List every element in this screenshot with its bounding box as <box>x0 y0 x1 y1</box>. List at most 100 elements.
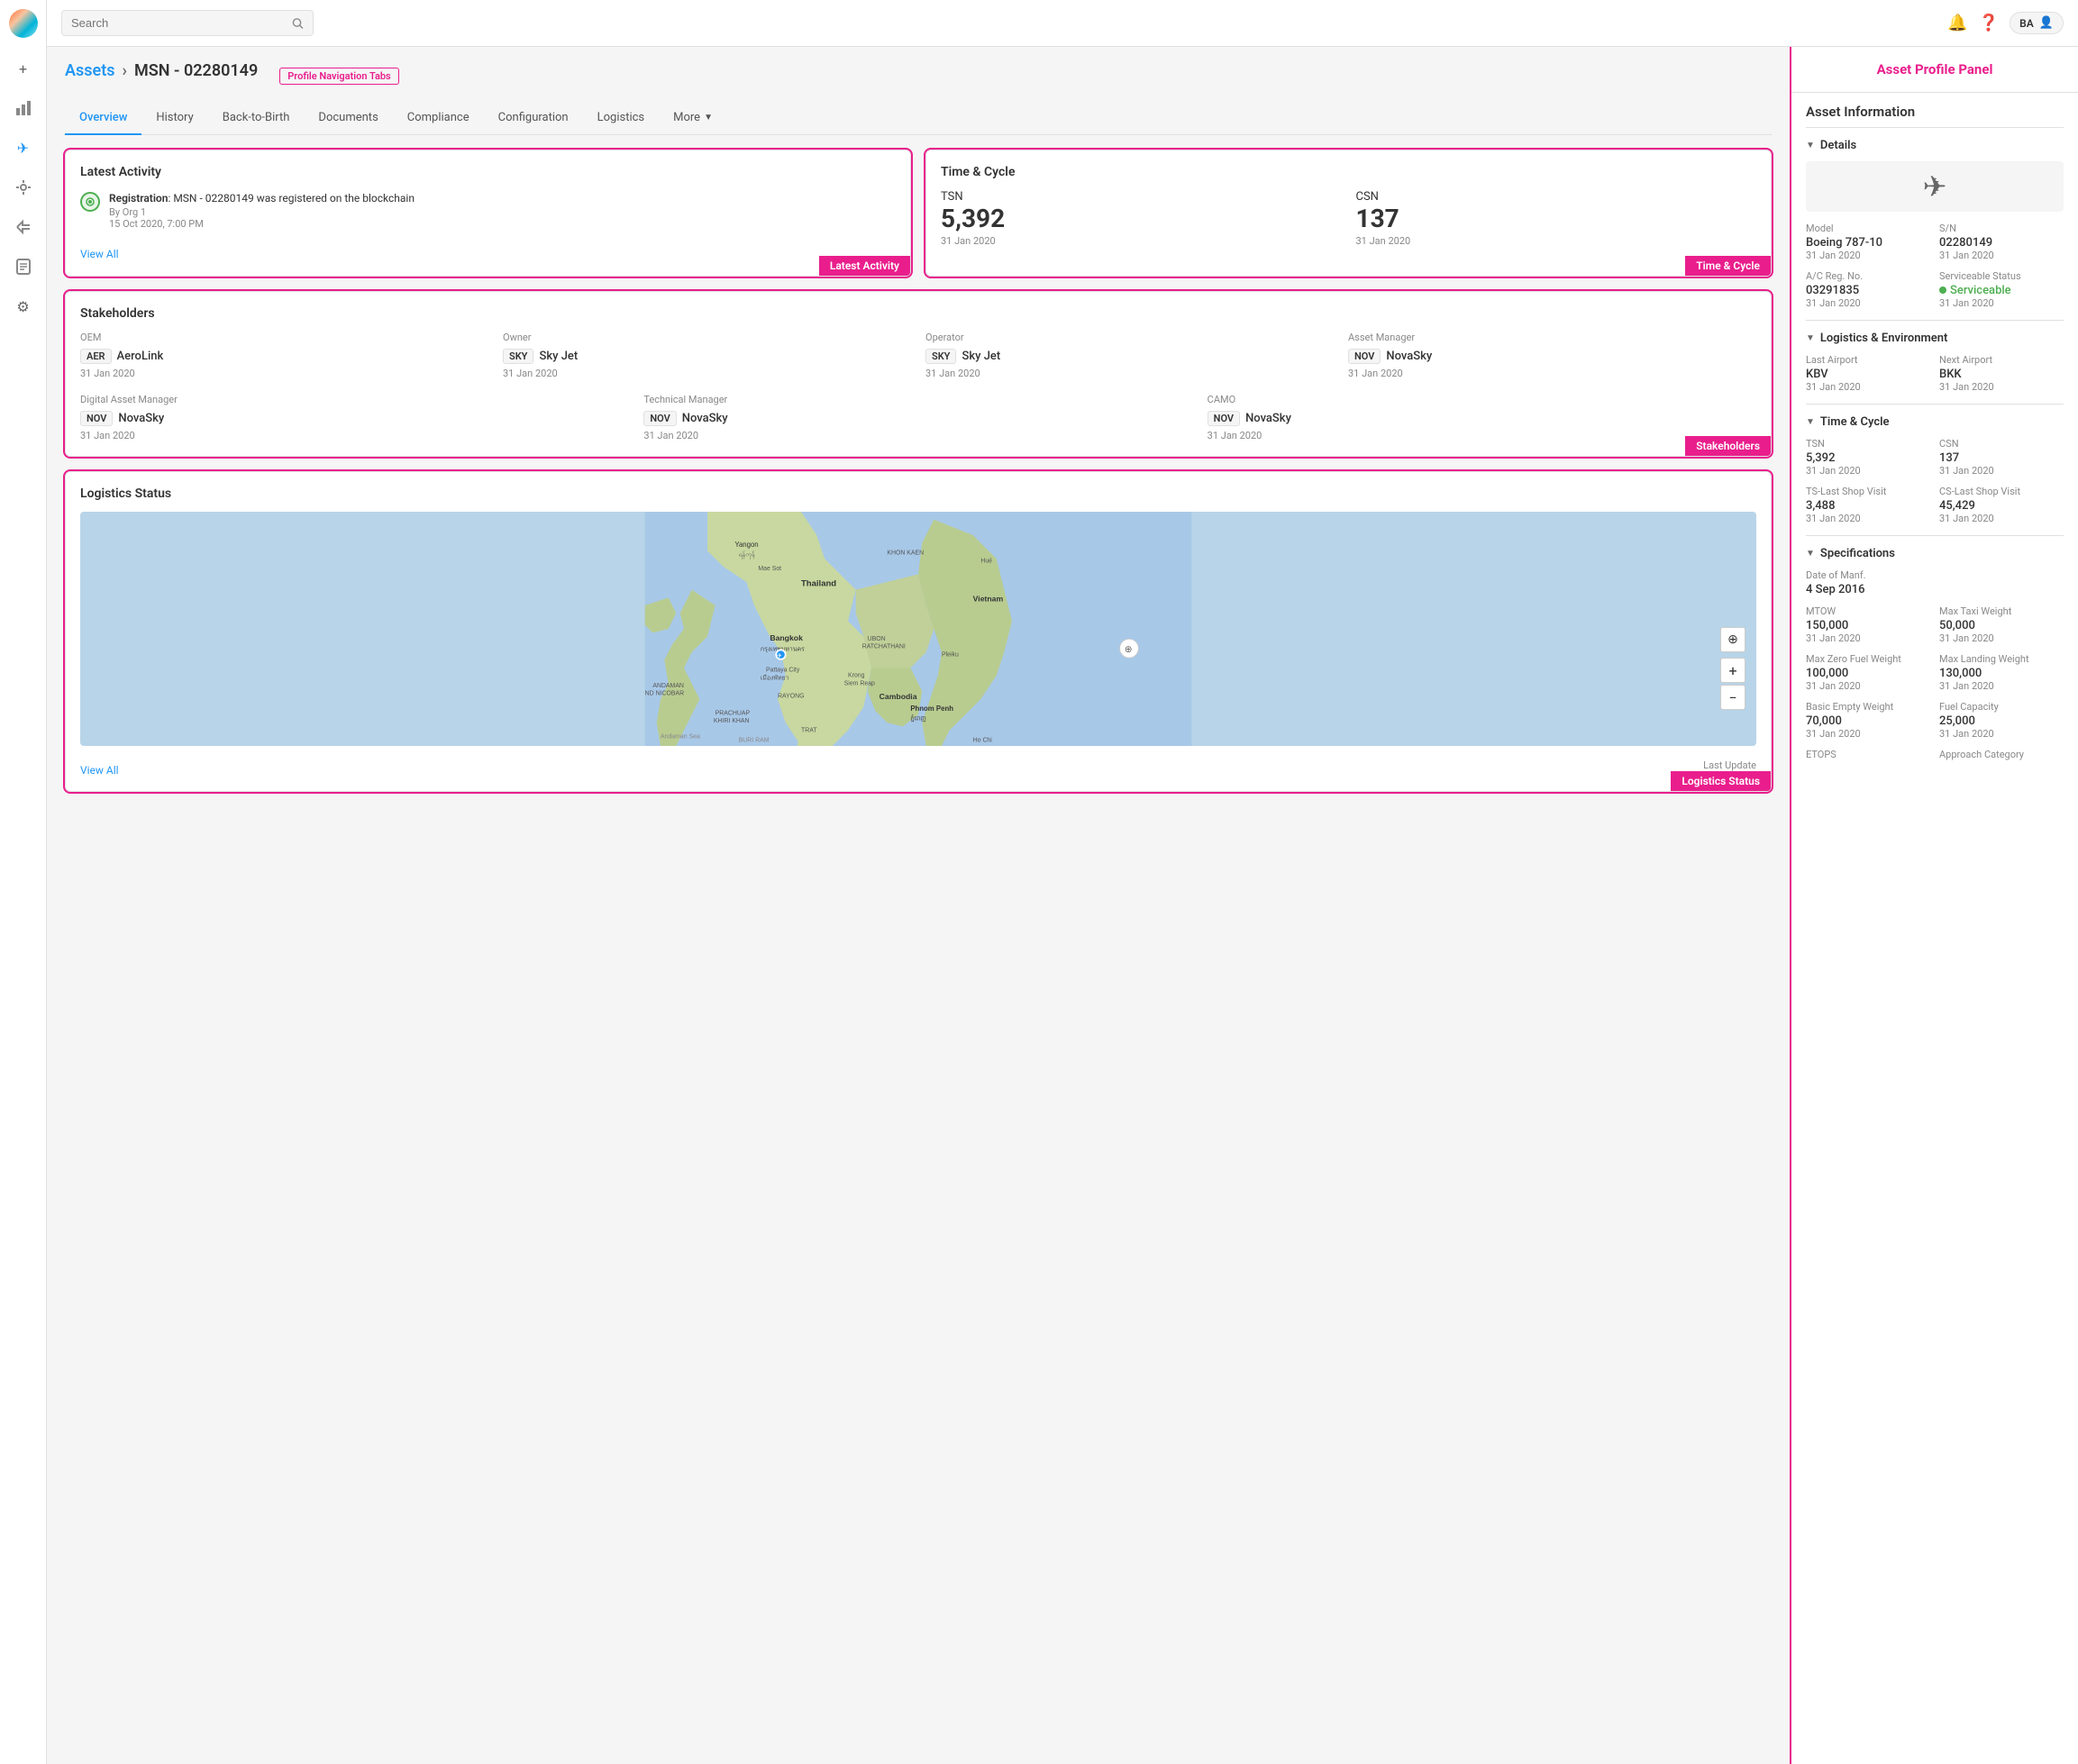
stakeholders-card-label: Stakeholders <box>1685 436 1771 456</box>
owner-badge-row: SKY Sky Jet <box>503 349 911 364</box>
panel-csn-value: 137 <box>1939 451 2064 465</box>
sidebar-item-maintenance[interactable] <box>7 171 40 204</box>
details-collapse-icon: ▼ <box>1806 141 1815 150</box>
tab-more[interactable]: More ▼ <box>659 102 727 135</box>
dam-name: NovaSky <box>118 412 164 425</box>
tab-overview[interactable]: Overview <box>65 102 141 135</box>
tab-configuration[interactable]: Configuration <box>484 102 583 135</box>
sidebar-item-settings[interactable]: ⚙ <box>7 290 40 323</box>
help-icon[interactable]: ❓ <box>1979 14 1999 32</box>
breadcrumb-current: MSN - 02280149 <box>134 61 258 80</box>
time-cycle-card: Time & Cycle TSN 5,392 31 Jan 2020 CSN 1… <box>925 150 1772 277</box>
panel-time-cycle-group-header[interactable]: ▼ Time & Cycle <box>1806 415 2064 429</box>
panel-title: Asset Profile Panel <box>1806 61 2064 77</box>
sidebar-item-analytics[interactable] <box>7 92 40 124</box>
app-layout: + ✈ ⚙ 🔔 ❓ BA <box>0 0 2078 1764</box>
ac-reg-value: 03291835 <box>1806 284 1930 297</box>
stakeholder-technical-manager: Technical Manager NOV NovaSky 31 Jan 202… <box>643 394 1192 441</box>
time-cycle-title: Time & Cycle <box>941 165 1756 179</box>
asset-manager-name: NovaSky <box>1386 350 1432 363</box>
sidebar-item-documents[interactable] <box>7 250 40 283</box>
specifications-group-header[interactable]: ▼ Specifications <box>1806 547 2064 560</box>
main-area: 🔔 ❓ BA 👤 Assets › MSN - 02280149 <box>47 0 2078 1764</box>
model-field: Model Boeing 787-10 31 Jan 2020 <box>1806 223 1930 261</box>
search-input[interactable] <box>71 16 285 30</box>
overview-top-cards: Latest Activity Registration: MSN - 0228… <box>65 150 1772 277</box>
mtow-date: 31 Jan 2020 <box>1806 632 1930 644</box>
max-zfw-date: 31 Jan 2020 <box>1806 680 1930 692</box>
owner-date: 31 Jan 2020 <box>503 368 911 379</box>
tab-logistics[interactable]: Logistics <box>583 102 660 135</box>
profile-nav-label: Profile Navigation Tabs <box>279 68 398 85</box>
specifications-collapse-icon: ▼ <box>1806 549 1815 559</box>
svg-text:KHIRI KHAN: KHIRI KHAN <box>714 718 750 724</box>
last-airport-label: Last Airport <box>1806 354 1930 366</box>
max-zfw-label: Max Zero Fuel Weight <box>1806 653 1930 665</box>
panel-tsn-date: 31 Jan 2020 <box>1806 465 1930 477</box>
camo-name: NovaSky <box>1245 412 1291 425</box>
notification-icon[interactable]: 🔔 <box>1947 14 1967 32</box>
stakeholder-digital-asset-manager: Digital Asset Manager NOV NovaSky 31 Jan… <box>80 394 629 441</box>
sidebar-item-workflow[interactable] <box>7 211 40 243</box>
oem-badge: AER <box>80 349 112 364</box>
logistics-status-title: Logistics Status <box>80 486 1756 501</box>
csn-label: CSN <box>1356 190 1379 204</box>
oem-role-label: OEM <box>80 332 488 343</box>
model-value: Boeing 787-10 <box>1806 236 1930 250</box>
details-group-header[interactable]: ▼ Details <box>1806 139 2064 152</box>
search-box[interactable] <box>61 10 314 36</box>
asset-manager-date: 31 Jan 2020 <box>1348 368 1756 379</box>
tm-name: NovaSky <box>682 412 728 425</box>
owner-name: Sky Jet <box>539 350 578 363</box>
view-all-activity[interactable]: View All <box>80 248 119 260</box>
svg-text:Yangon: Yangon <box>734 541 758 549</box>
svg-text:ភ្នំពេញ: ភ្នំពេញ <box>910 714 926 722</box>
svg-text:Andaman Sea: Andaman Sea <box>661 733 700 740</box>
specs-grid-2: ETOPS Approach Category <box>1806 749 2064 762</box>
panel-time-cycle-group-label: Time & Cycle <box>1820 415 1890 429</box>
csn-date: 31 Jan 2020 <box>1356 235 1757 247</box>
svg-text:เมืองพัทยา: เมืองพัทยา <box>761 674 789 681</box>
breadcrumb-link[interactable]: Assets <box>65 61 115 80</box>
manf-date-label: Date of Manf. <box>1806 569 2064 581</box>
svg-text:Bangkok: Bangkok <box>770 633 803 642</box>
details-group-label: Details <box>1820 139 1856 152</box>
serviceable-label: Serviceable Status <box>1939 270 2064 282</box>
sidebar-item-add[interactable]: + <box>7 52 40 85</box>
operator-badge: SKY <box>925 349 956 364</box>
owner-role-label: Owner <box>503 332 911 343</box>
etops-label: ETOPS <box>1806 749 1930 760</box>
activity-icon <box>80 192 100 212</box>
map-zoom-out-button[interactable]: − <box>1720 685 1745 710</box>
tab-compliance[interactable]: Compliance <box>393 102 484 135</box>
time-cycle-card-label: Time & Cycle <box>1685 256 1771 276</box>
manf-date-field: Date of Manf. 4 Sep 2016 <box>1806 569 2064 596</box>
fuel-capacity-field: Fuel Capacity 25,000 31 Jan 2020 <box>1939 701 2064 740</box>
camo-role-label: CAMO <box>1208 394 1756 405</box>
max-lw-date: 31 Jan 2020 <box>1939 680 2064 692</box>
panel-csn-date: 31 Jan 2020 <box>1939 465 2064 477</box>
csn-value: 137 <box>1356 204 1757 233</box>
asset-profile-panel: Asset Profile Panel Asset Information ▼ … <box>1790 47 2078 1764</box>
asset-manager-role-label: Asset Manager <box>1348 332 1756 343</box>
approach-category-label: Approach Category <box>1939 749 2064 760</box>
svg-text:Pattaya City: Pattaya City <box>766 668 800 674</box>
tab-back-to-birth[interactable]: Back-to-Birth <box>208 102 305 135</box>
user-badge[interactable]: BA 👤 <box>2010 12 2064 34</box>
panel-tsn-value: 5,392 <box>1806 451 1930 465</box>
map-locate-button[interactable]: ⊕ <box>1720 627 1745 652</box>
sidebar-item-assets[interactable]: ✈ <box>7 132 40 164</box>
tab-documents[interactable]: Documents <box>304 102 392 135</box>
app-logo[interactable] <box>9 9 38 38</box>
svg-text:Mae Sot: Mae Sot <box>758 566 781 572</box>
logistics-env-group-header[interactable]: ▼ Logistics & Environment <box>1806 332 2064 345</box>
oem-name: AeroLink <box>117 350 164 363</box>
tab-history[interactable]: History <box>141 102 207 135</box>
max-taxi-label: Max Taxi Weight <box>1939 605 2064 617</box>
ts-shop-field: TS-Last Shop Visit 3,488 31 Jan 2020 <box>1806 486 1930 524</box>
view-all-logistics[interactable]: View All <box>80 764 119 777</box>
map-zoom-in-button[interactable]: + <box>1720 658 1745 683</box>
dam-role-label: Digital Asset Manager <box>80 394 629 405</box>
serviceable-date: 31 Jan 2020 <box>1939 297 2064 309</box>
content-area: Assets › MSN - 02280149 Profile Navigati… <box>47 47 2078 1764</box>
